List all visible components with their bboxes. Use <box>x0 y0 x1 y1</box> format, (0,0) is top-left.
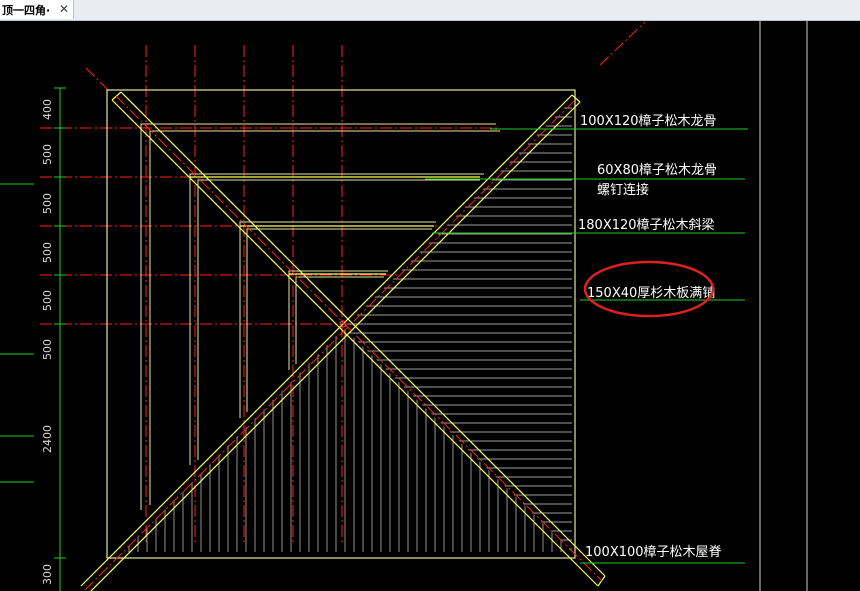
dimension-label: 500 <box>41 290 54 311</box>
board-hatch-lower <box>128 328 562 552</box>
dimension-label: 300 <box>41 564 54 585</box>
dimension-label: 500 <box>41 193 54 214</box>
dimension-label: 500 <box>41 339 54 360</box>
document-tab-bar: 顶一四角· ✕ <box>0 0 860 21</box>
dimension-label: 500 <box>41 144 54 165</box>
label-purlin-main: 100X120樟子松木龙骨 <box>580 114 717 129</box>
dimension-label: 500 <box>41 242 54 263</box>
dimension-label: 2400 <box>41 425 54 453</box>
drawing-frame-lines <box>759 21 808 591</box>
drawing-canvas[interactable]: 100X120樟子松木龙骨 60X80樟子松木龙骨 螺钉连接 180X120樟子… <box>0 21 860 591</box>
label-ridge: 100X100樟子松木屋脊 <box>585 545 722 560</box>
cad-drawing: 100X120樟子松木龙骨 60X80樟子松木龙骨 螺钉连接 180X120樟子… <box>0 21 808 591</box>
label-hip-beam: 180X120樟子松木斜梁 <box>578 218 715 233</box>
cad-window: 顶一四角· ✕ 100X120樟子松木龙骨 60X80樟子松木龙骨 螺钉连接 1… <box>0 0 860 591</box>
label-purlin-secondary: 60X80樟子松木龙骨 <box>597 163 717 178</box>
hip-centerlines <box>84 95 603 591</box>
vertical-centerlines <box>145 45 343 545</box>
hip-beams <box>80 91 606 591</box>
label-screw-note: 螺钉连接 <box>597 182 649 198</box>
tab-title: 顶一四角· <box>2 3 51 17</box>
tab-drawing[interactable]: 顶一四角· ✕ <box>0 0 74 19</box>
dimension-label: 400 <box>41 99 54 120</box>
close-icon[interactable]: ✕ <box>59 1 69 17</box>
label-board: 150X40厚杉木板满铺 <box>587 286 715 301</box>
dimension-ticks <box>0 87 66 591</box>
